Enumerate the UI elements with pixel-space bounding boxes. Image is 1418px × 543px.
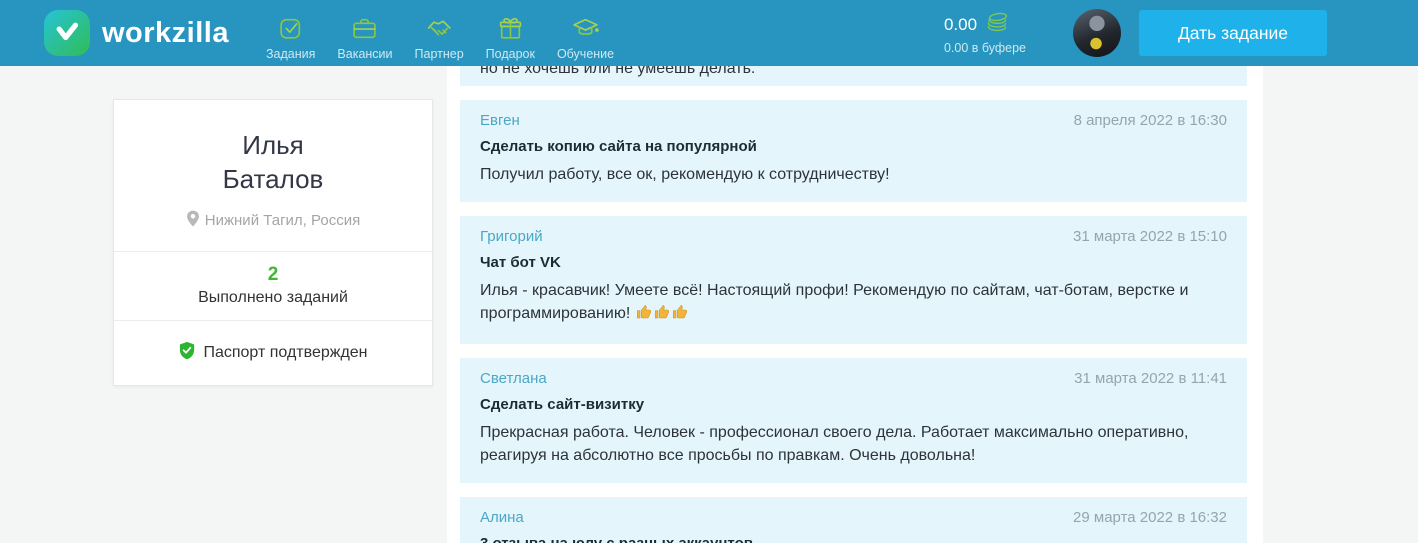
profile-name: Илья Баталов: [132, 128, 414, 197]
partner-icon: [426, 15, 453, 42]
nav-item-education[interactable]: Обучение: [557, 6, 614, 61]
review-task-title: Сделать копию сайта на популярной: [480, 138, 757, 155]
profile-location: Нижний Тагил, Россия: [132, 210, 414, 231]
review-header: Григорий 31 марта 2022 в 15:10: [480, 228, 1227, 245]
review-date: 31 марта 2022 в 15:10: [1073, 228, 1227, 246]
passport-verified-row: Паспорт подтвержден: [114, 321, 432, 385]
nav-label-education: Обучение: [556, 46, 615, 61]
main-nav: Задания Вакансии Партнер Подарок Обучени…: [255, 6, 625, 61]
reviews-list: но не хочешь или не умеешь делать. Евген…: [460, 66, 1247, 543]
gift-icon: [497, 15, 524, 42]
workzilla-logo[interactable]: workzilla: [44, 10, 229, 56]
tasks-icon: [277, 15, 304, 42]
location-pin-icon: [186, 210, 200, 231]
workzilla-logo-icon: [44, 10, 90, 56]
create-task-button[interactable]: Дать задание: [1139, 10, 1327, 56]
review-card: Григорий 31 марта 2022 в 15:10 Чат бот V…: [460, 216, 1247, 344]
review-card-clipped: но не хочешь или не умеешь делать.: [460, 66, 1247, 86]
user-avatar[interactable]: [1073, 9, 1121, 57]
nav-item-gift[interactable]: Подарок: [486, 6, 535, 61]
passport-verified-label: Паспорт подтвержден: [203, 343, 368, 361]
nav-label-gift: Подарок: [485, 46, 535, 61]
review-header: Алина 29 марта 2022 в 16:32: [480, 509, 1227, 526]
review-card: Евген 8 апреля 2022 в 16:30 Сделать копи…: [460, 100, 1247, 203]
profile-last-name: Баталов: [222, 164, 324, 195]
profile-stats-section: 2 Выполнено заданий: [114, 252, 432, 320]
thumbs-up-icon: [672, 304, 688, 327]
balance-buffer-label: 0.00 в буфере: [943, 41, 1026, 55]
review-author[interactable]: Алина: [480, 509, 524, 526]
thumbs-up-icon: [636, 304, 652, 327]
coins-icon: [984, 11, 1010, 38]
review-task-title: 3 отзыва на юлу с разных аккаунтов: [480, 535, 1227, 543]
review-date: 8 апреля 2022 в 16:30: [1073, 112, 1227, 129]
thumbs-up-icon: [654, 304, 670, 327]
nav-label-partner: Партнер: [414, 46, 464, 61]
top-header: workzilla Задания Вакансии Партнер Подар…: [0, 0, 1418, 66]
review-date: 31 марта 2022 в 11:41: [1074, 369, 1227, 387]
review-author[interactable]: Григорий: [480, 228, 543, 245]
tasks-count-label: Выполнено заданий: [198, 288, 348, 306]
review-task-title: Сделать сайт-визитку: [480, 395, 645, 413]
education-icon: [572, 15, 599, 42]
review-text: Прекрасная работа. Человек - профессиона…: [480, 423, 1189, 464]
balance-widget[interactable]: 0.00 0.00 в буфере: [944, 11, 1026, 55]
review-header: Евген 8 апреля 2022 в 16:30: [480, 112, 1227, 129]
nav-label-vacancies: Вакансии: [337, 46, 393, 61]
workzilla-logo-text: workzilla: [102, 16, 229, 49]
review-author[interactable]: Евген: [480, 112, 520, 129]
balance-amount: 0.00: [943, 14, 978, 34]
review-date: 29 марта 2022 в 16:32: [1073, 508, 1227, 526]
review-header: Светлана 31 марта 2022 в 11:41: [480, 370, 1227, 387]
profile-first-name: Илья: [242, 130, 304, 160]
profile-location-text: Нижний Тагил, Россия: [204, 211, 361, 229]
review-author[interactable]: Светлана: [480, 370, 547, 387]
review-card: Алина 29 марта 2022 в 16:32 3 отзыва на …: [460, 496, 1247, 543]
nav-label-tasks: Задания: [266, 46, 316, 61]
header-right: 0.00 0.00 в буфере Дать задание: [944, 9, 1327, 57]
vacancies-icon: [351, 15, 378, 42]
review-task-title: Чат бот VK: [480, 254, 561, 272]
tasks-count: 2: [267, 263, 279, 285]
nav-item-vacancies[interactable]: Вакансии: [337, 6, 393, 61]
reviews-container: Евген 8 апреля 2022 в 16:30 Сделать копи…: [460, 100, 1247, 543]
review-text: но не хочешь или не умеешь делать.: [480, 66, 756, 77]
review-text: Илья - красавчик! Умеете всё! Настоящий …: [480, 279, 1227, 327]
review-card: Светлана 31 марта 2022 в 11:41 Сделать с…: [460, 357, 1247, 483]
nav-item-tasks[interactable]: Задания: [266, 6, 315, 61]
nav-item-partner[interactable]: Партнер: [415, 6, 464, 61]
shield-check-icon: [178, 341, 196, 365]
profile-card: Илья Баталов Нижний Тагил, Россия 2 Выпо…: [113, 99, 433, 386]
review-text: Получил работу, все ок, рекомендую к сот…: [480, 166, 890, 183]
profile-main-section: Илья Баталов Нижний Тагил, Россия: [114, 100, 432, 251]
